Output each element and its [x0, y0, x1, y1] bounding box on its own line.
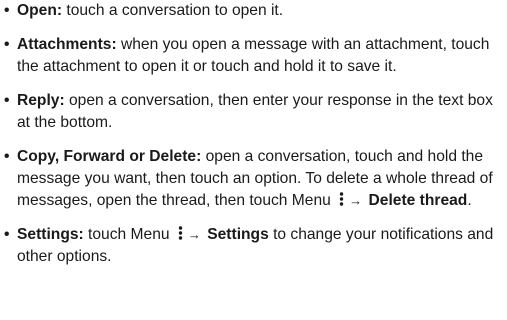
list-item-copy-forward-delete: • Copy, Forward or Delete: open a conver… — [0, 146, 507, 212]
item-term: Copy, Forward or Delete: — [17, 148, 202, 165]
arrow-icon: → — [349, 193, 363, 208]
list-item-open: • Open: touch a conversation to open it. — [0, 0, 507, 22]
bullet: • — [4, 148, 10, 165]
bullet: • — [4, 36, 10, 53]
item-text: touch a conversation to open it. — [62, 2, 284, 19]
item-action: Delete thread — [368, 192, 468, 209]
menu-icon — [178, 226, 183, 240]
item-term: Settings: — [17, 226, 84, 243]
bullet: • — [4, 2, 10, 19]
item-term: Attachments: — [17, 36, 117, 53]
item-text-before: touch Menu — [83, 226, 170, 243]
list-item-attachments: • Attachments: when you open a message w… — [0, 34, 507, 78]
arrow-icon: → — [187, 227, 201, 242]
list-item-reply: • Reply: open a conversation, then enter… — [0, 90, 507, 134]
instruction-list: • Open: touch a conversation to open it.… — [0, 0, 507, 280]
item-term: Open: — [17, 2, 63, 19]
list-item-settings: • Settings: touch Menu → Settings to cha… — [0, 224, 507, 268]
item-text: open a conversation, then enter your res… — [17, 92, 493, 131]
menu-icon — [339, 192, 344, 206]
bullet: • — [4, 226, 10, 243]
item-term: Reply: — [17, 92, 65, 109]
item-action: Settings — [207, 226, 269, 243]
item-end: . — [467, 192, 472, 209]
bullet: • — [4, 92, 10, 109]
